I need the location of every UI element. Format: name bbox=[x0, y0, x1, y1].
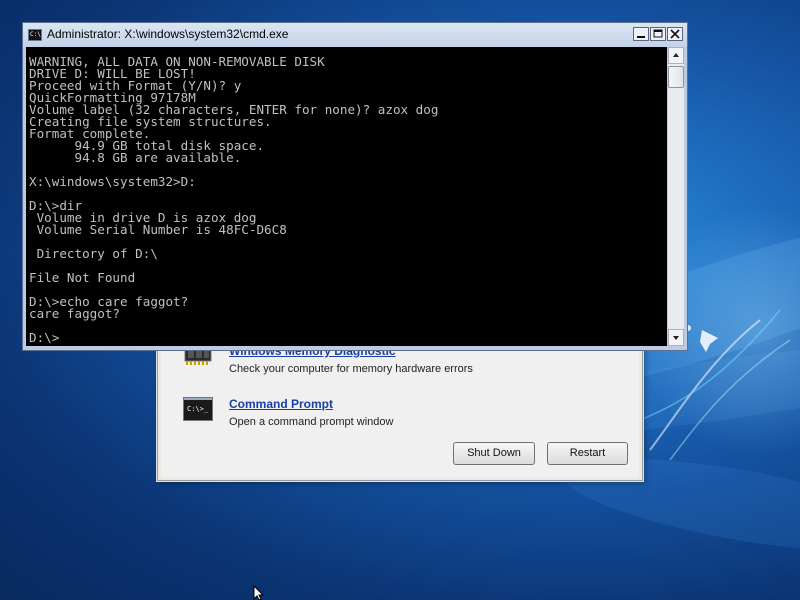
console-output-area[interactable]: WARNING, ALL DATA ON NON-REMOVABLE DISK … bbox=[26, 47, 667, 346]
close-button[interactable] bbox=[667, 27, 683, 41]
mouse-cursor-icon bbox=[253, 585, 265, 600]
arrow-up-icon bbox=[673, 53, 679, 57]
scrollbar-thumb[interactable] bbox=[668, 66, 684, 88]
cmd-window-title: Administrator: X:\windows\system32\cmd.e… bbox=[47, 27, 289, 41]
memory-diagnostic-description: Check your computer for memory hardware … bbox=[229, 363, 473, 375]
restart-button[interactable]: Restart bbox=[547, 442, 628, 465]
cmd-icon: C:\ bbox=[28, 29, 42, 41]
shut-down-button[interactable]: Shut Down bbox=[453, 442, 535, 465]
maximize-icon bbox=[653, 29, 663, 38]
console-text: WARNING, ALL DATA ON NON-REMOVABLE DISK … bbox=[29, 54, 439, 345]
command-prompt-link[interactable]: Command Prompt bbox=[229, 397, 333, 411]
close-icon bbox=[670, 29, 680, 39]
scroll-up-button[interactable] bbox=[668, 47, 684, 64]
cmd-titlebar[interactable]: C:\ Administrator: X:\windows\system32\c… bbox=[23, 23, 687, 47]
command-prompt-description: Open a command prompt window bbox=[229, 416, 394, 428]
recovery-dialog-body: Windows Memory Diagnostic Check your com… bbox=[161, 344, 639, 477]
vertical-scrollbar[interactable] bbox=[667, 47, 684, 346]
maximize-button[interactable] bbox=[650, 27, 666, 41]
command-prompt-icon: C:\>_ bbox=[183, 397, 213, 421]
arrow-down-icon bbox=[673, 336, 679, 340]
minimize-button[interactable] bbox=[633, 27, 649, 41]
minimize-icon bbox=[637, 36, 645, 38]
system-recovery-dialog: Windows Memory Diagnostic Check your com… bbox=[157, 340, 643, 481]
cmd-window[interactable]: C:\ Administrator: X:\windows\system32\c… bbox=[22, 22, 688, 351]
scroll-down-button[interactable] bbox=[668, 329, 684, 346]
